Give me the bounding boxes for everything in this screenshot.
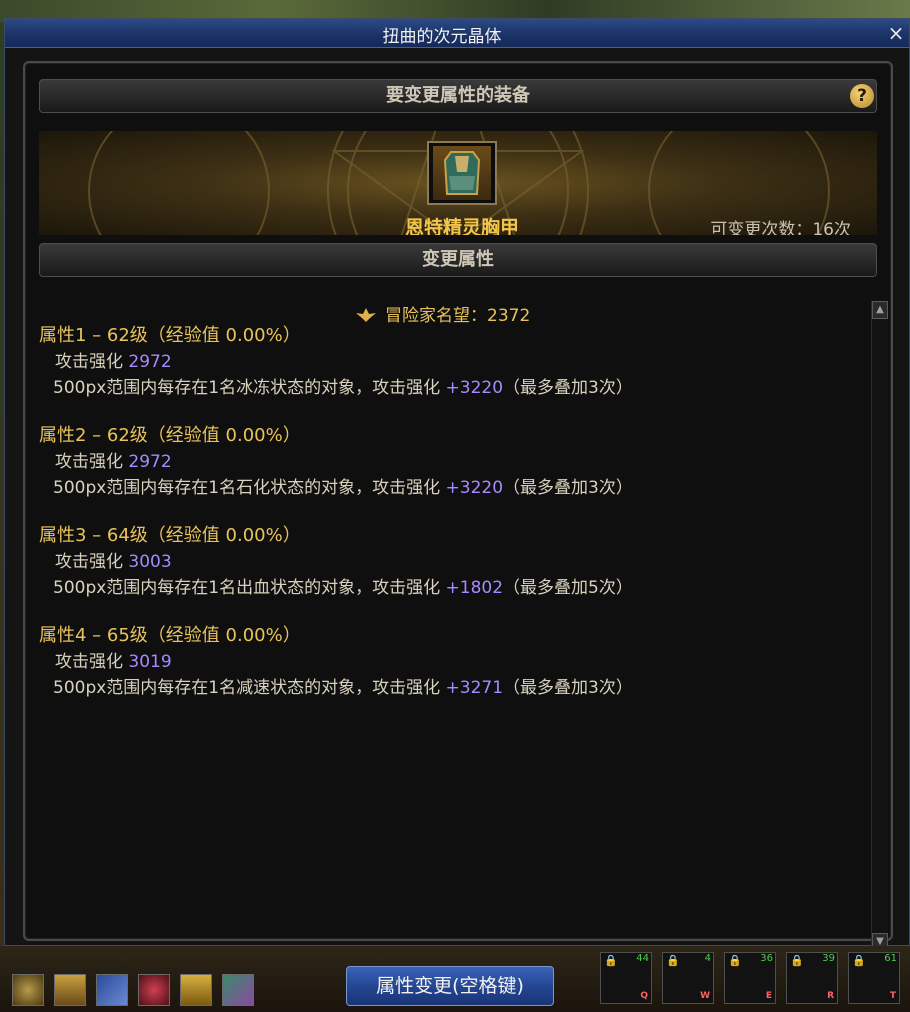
skill-slot-q[interactable]: 🔒 44 Q bbox=[600, 952, 652, 1004]
attribute-section-header: 变更属性 bbox=[39, 243, 877, 277]
attribute-block: 属性4 – 65级（经验值 0.00%） 攻击强化 3019 500px范围内每… bbox=[39, 621, 633, 699]
equipment-panel: 恩特精灵胸甲 可变更次数：16次 bbox=[39, 131, 877, 235]
skill-slot-w[interactable]: 🔒 4 W bbox=[662, 952, 714, 1004]
help-icon[interactable]: ? bbox=[850, 84, 874, 108]
quick-slot-character-icon[interactable] bbox=[180, 974, 212, 1006]
attribute-block: 属性2 – 62级（经验值 0.00%） 攻击强化 2972 500px范围内每… bbox=[39, 421, 633, 499]
quick-slot-gem-icon[interactable] bbox=[222, 974, 254, 1006]
attribute-stat: 攻击强化 2972 bbox=[55, 452, 172, 472]
attribute-block: 属性1 – 62级（经验值 0.00%） 攻击强化 2972 500px范围内每… bbox=[39, 321, 633, 399]
skill-level: 36 bbox=[760, 953, 773, 964]
scroll-up-icon[interactable]: ▲ bbox=[872, 301, 888, 319]
chest-armor-icon bbox=[433, 146, 491, 200]
skill-level: 61 bbox=[884, 953, 897, 964]
attribute-title: 属性1 – 62级（经验值 0.00%） bbox=[39, 325, 301, 346]
attribute-title: 属性3 – 64级（经验值 0.00%） bbox=[39, 525, 301, 546]
inner-frame: 要变更属性的装备 ? 恩特精灵胸甲 可变更次数：16次 变更属性 冒险家名望：2… bbox=[23, 61, 893, 951]
attribute-description: 500px范围内每存在1名减速状态的对象，攻击强化 +3271（最多叠加3次） bbox=[53, 678, 633, 698]
attribute-description: 500px范围内每存在1名出血状态的对象，攻击强化 +1802（最多叠加5次） bbox=[53, 578, 633, 598]
lock-icon: 🔒 bbox=[666, 954, 680, 967]
attribute-stat: 攻击强化 2972 bbox=[55, 352, 172, 372]
quick-slot-heart-icon[interactable] bbox=[138, 974, 170, 1006]
skill-slot-e[interactable]: 🔒 36 E bbox=[724, 952, 776, 1004]
bottom-hud: 属性变更(空格键) 🔒 44 Q 🔒 4 W 🔒 36 E 🔒 39 R 🔒 6… bbox=[0, 946, 910, 1012]
close-icon[interactable]: × bbox=[883, 21, 909, 45]
skill-key: R bbox=[827, 991, 834, 1001]
quick-slot-landscape-icon[interactable] bbox=[54, 974, 86, 1006]
skill-key: Q bbox=[640, 991, 648, 1001]
attribute-stat: 攻击强化 3003 bbox=[55, 552, 172, 572]
skill-key: E bbox=[765, 991, 772, 1001]
change-count: 可变更次数：16次 bbox=[710, 220, 851, 235]
lock-icon: 🔒 bbox=[852, 954, 866, 967]
equipment-slot[interactable] bbox=[427, 141, 497, 205]
skill-slot-r[interactable]: 🔒 39 R bbox=[786, 952, 838, 1004]
attribute-change-button[interactable]: 属性变更(空格键) bbox=[346, 966, 554, 1006]
attribute-block: 属性3 – 64级（经验值 0.00%） 攻击强化 3003 500px范围内每… bbox=[39, 521, 633, 599]
quick-slot-cube-icon[interactable] bbox=[96, 974, 128, 1006]
attribute-section-title: 变更属性 bbox=[422, 249, 494, 270]
skill-level: 4 bbox=[704, 953, 711, 964]
attribute-title: 属性2 – 62级（经验值 0.00%） bbox=[39, 425, 301, 446]
attribute-stat: 攻击强化 3019 bbox=[55, 652, 172, 672]
attribute-scrollbar[interactable]: ▲ ▼ bbox=[871, 301, 888, 951]
item-name: 恩特精灵胸甲 bbox=[404, 217, 519, 235]
quick-slot-coin-icon[interactable] bbox=[12, 974, 44, 1006]
skill-level: 44 bbox=[636, 953, 649, 964]
window-title: 扭曲的次元晶体 bbox=[382, 27, 502, 47]
lock-icon: 🔒 bbox=[728, 954, 742, 967]
skill-key: T bbox=[889, 991, 896, 1001]
skill-slot-t[interactable]: 🔒 61 T bbox=[848, 952, 900, 1004]
window-titlebar[interactable]: 扭曲的次元晶体 × bbox=[5, 19, 909, 48]
crystal-window: 扭曲的次元晶体 × 要变更属性的装备 ? 恩特精灵胸甲 可变更次数：16次 变更… bbox=[4, 18, 910, 951]
attribute-list: 冒险家名望：2372 属性1 – 62级（经验值 0.00%） 攻击强化 297… bbox=[39, 293, 865, 893]
attribute-description: 500px范围内每存在1名石化状态的对象，攻击强化 +3220（最多叠加3次） bbox=[53, 478, 633, 498]
lock-icon: 🔒 bbox=[604, 954, 618, 967]
equipment-section-header: 要变更属性的装备 ? bbox=[39, 79, 877, 113]
equipment-section-title: 要变更属性的装备 bbox=[386, 85, 530, 106]
attribute-description: 500px范围内每存在1名冰冻状态的对象，攻击强化 +3220（最多叠加3次） bbox=[53, 378, 633, 398]
skill-level: 39 bbox=[822, 953, 835, 964]
skill-key: W bbox=[700, 991, 710, 1001]
attribute-title: 属性4 – 65级（经验值 0.00%） bbox=[39, 625, 301, 646]
lock-icon: 🔒 bbox=[790, 954, 804, 967]
